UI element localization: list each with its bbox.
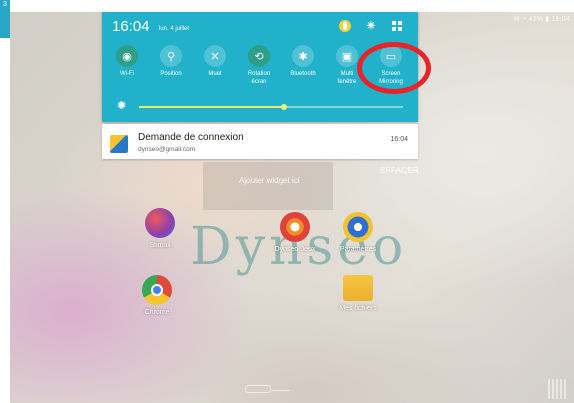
toggle-label: Screen Mirroring bbox=[379, 71, 403, 85]
toggle-screen-mirroring[interactable]: ▭ Screen Mirroring bbox=[369, 45, 413, 86]
toggle-label: Wi-Fi bbox=[120, 71, 134, 77]
toggle-rotation[interactable]: ⟲ Rotation écran bbox=[237, 45, 281, 86]
screen-mirroring-icon: ▭ bbox=[380, 45, 402, 67]
dynseo-app-icon bbox=[280, 212, 310, 242]
clock: 16:04 bbox=[112, 18, 150, 35]
brightness-slider[interactable]: ✺ bbox=[117, 100, 403, 114]
notification-subtitle: dynseo@gmail.com bbox=[138, 146, 196, 153]
status-bar-right: ✉ ◔ 42% ▮ 16:04 bbox=[513, 16, 570, 23]
page-indicator-line bbox=[272, 390, 290, 391]
app-mes-fichiers[interactable]: Mes fichiers bbox=[328, 275, 388, 312]
user-icon[interactable] bbox=[338, 19, 352, 33]
toggle-label: Multi fenêtre bbox=[337, 71, 357, 85]
stimuli-app-icon bbox=[145, 208, 175, 238]
clear-notifications-button[interactable]: EFFACER bbox=[380, 166, 419, 175]
date: lun. 4 juillet bbox=[159, 26, 190, 32]
quick-toggles: ◉ Wi-Fi ⚲ Position ✕ Muet ⟲ Rotation écr… bbox=[102, 45, 418, 91]
app-parametres[interactable]: Paramètres bbox=[328, 212, 388, 253]
location-icon: ⚲ bbox=[160, 45, 182, 67]
app-stimuli[interactable]: Stimuli bbox=[130, 208, 190, 249]
toggle-multi-fenetre[interactable]: ▣ Multi fenêtre bbox=[325, 45, 369, 86]
app-label: Chrome bbox=[144, 309, 170, 316]
notification-time: 16:04 bbox=[390, 136, 408, 143]
toggle-position[interactable]: ⚲ Position bbox=[149, 45, 193, 78]
app-notification-icon bbox=[110, 135, 128, 153]
brightness-fill bbox=[139, 106, 285, 108]
grid-icon[interactable] bbox=[390, 19, 404, 33]
home-page-indicator bbox=[245, 385, 271, 393]
shade-top-icons: ✷ bbox=[338, 18, 404, 33]
notification-title: Demande de connexion bbox=[138, 132, 244, 143]
files-app-icon bbox=[343, 275, 373, 301]
toggle-label: Position bbox=[160, 71, 182, 77]
notification-card[interactable]: Demande de connexion dynseo@gmail.com 16… bbox=[102, 124, 418, 159]
widget-placeholder-label: Ajouter widget ici bbox=[239, 176, 300, 185]
rotation-icon: ⟲ bbox=[248, 45, 270, 67]
app-label: Dynseo-Jeux bbox=[274, 246, 316, 253]
toggle-label: Rotation écran bbox=[247, 71, 271, 85]
toggle-bluetooth[interactable]: ✱ Bluetooth bbox=[281, 45, 325, 78]
toggle-label: Bluetooth bbox=[290, 71, 316, 77]
app-dynseo-jeux[interactable]: Dynseo-Jeux bbox=[265, 212, 325, 253]
app-label: Stimuli bbox=[149, 242, 171, 249]
widget-placeholder[interactable]: Ajouter widget ici bbox=[203, 162, 333, 210]
bluetooth-icon: ✱ bbox=[292, 45, 314, 67]
app-chrome[interactable]: Chrome bbox=[127, 275, 187, 316]
brightness-thumb[interactable] bbox=[281, 104, 288, 110]
mute-icon: ✕ bbox=[204, 45, 226, 67]
toggle-muet[interactable]: ✕ Muet bbox=[193, 45, 237, 78]
toggle-wifi[interactable]: ◉ Wi-Fi bbox=[105, 45, 149, 78]
brightness-icon: ✺ bbox=[117, 100, 127, 112]
chrome-app-icon bbox=[142, 275, 172, 305]
wifi-icon: ◉ bbox=[116, 45, 138, 67]
settings-app-icon bbox=[343, 212, 373, 242]
multiwindow-icon: ▣ bbox=[336, 45, 358, 67]
toggle-label: Muet bbox=[208, 71, 222, 77]
apps-grid-icon[interactable] bbox=[548, 379, 568, 399]
gear-icon[interactable]: ✷ bbox=[364, 18, 378, 33]
quick-settings-panel: 16:04 lun. 4 juillet ✷ ◉ Wi-Fi ⚲ Positio… bbox=[102, 12, 418, 122]
corner-tab: 3 bbox=[0, 0, 10, 38]
app-label: Paramètres bbox=[339, 246, 377, 253]
app-label: Mes fichiers bbox=[339, 305, 377, 312]
brightness-track[interactable] bbox=[139, 104, 403, 110]
